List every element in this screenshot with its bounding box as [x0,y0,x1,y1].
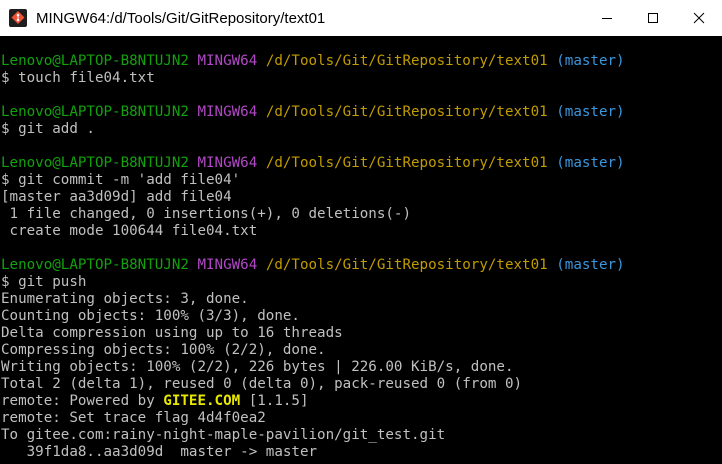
command-line: $ git push [1,274,87,290]
title-bar[interactable]: MINGW64:/d/Tools/Git/GitRepository/text0… [0,0,722,36]
remote-powered-prefix: remote: Powered by [1,393,164,409]
prompt-system: MINGW64 [197,155,258,171]
ref-update-line: 39f1da8..aa3d09d master -> master [1,444,318,460]
terminal-output[interactable]: Lenovo@LAPTOP-B8NTUJN2 MINGW64 /d/Tools/… [1,53,722,461]
output-line: Counting objects: 100% (3/3), done. [1,308,300,324]
prompt-branch: (master) [556,155,625,171]
prompt-user: Lenovo@LAPTOP-B8NTUJN2 [1,257,189,273]
git-bash-icon [9,9,27,27]
output-line: 1 file changed, 0 insertions(+), 0 delet… [1,206,411,222]
output-line: Writing objects: 100% (2/2), 226 bytes |… [1,359,514,375]
prompt-path: /d/Tools/Git/GitRepository/text01 [265,53,548,69]
prompt-line: Lenovo@LAPTOP-B8NTUJN2 MINGW64 /d/Tools/… [1,104,722,121]
output-line: create mode 100644 file04.txt [1,223,258,239]
output-line: Total 2 (delta 1), reused 0 (delta 0), p… [1,376,523,392]
prompt-path: /d/Tools/Git/GitRepository/text01 [265,104,548,120]
prompt-user: Lenovo@LAPTOP-B8NTUJN2 [1,53,189,69]
prompt-system: MINGW64 [197,53,258,69]
command-line: $ git commit -m 'add file04' [1,172,241,188]
command-line: $ touch file04.txt [1,70,155,86]
prompt-system: MINGW64 [197,104,258,120]
window-controls [584,0,722,36]
gitee-brand: GITEE.COM [163,393,241,409]
remote-trace-line: remote: Set trace flag 4d4f0ea2 [1,410,266,426]
prompt-user: Lenovo@LAPTOP-B8NTUJN2 [1,104,189,120]
prompt-branch: (master) [556,104,625,120]
output-line: Compressing objects: 100% (2/2), done. [1,342,326,358]
output-line: [master aa3d09d] add file04 [1,189,232,205]
prompt-line: Lenovo@LAPTOP-B8NTUJN2 MINGW64 /d/Tools/… [1,53,722,70]
push-target-line: To gitee.com:rainy-night-maple-pavilion/… [1,427,446,443]
close-button[interactable] [676,0,722,36]
minimize-icon [602,18,612,19]
prompt-path: /d/Tools/Git/GitRepository/text01 [265,257,548,273]
maximize-icon [648,13,658,23]
remote-powered-line: remote: Powered by GITEE.COM [1.1.5] [1,393,722,410]
maximize-button[interactable] [630,0,676,36]
remote-powered-suffix: [1.1.5] [240,393,309,409]
prompt-system: MINGW64 [197,257,258,273]
window-title: MINGW64:/d/Tools/Git/GitRepository/text0… [36,9,326,27]
command-line: $ git add . [1,121,95,137]
prompt-path: /d/Tools/Git/GitRepository/text01 [265,155,548,171]
prompt-branch: (master) [556,53,625,69]
prompt-line: Lenovo@LAPTOP-B8NTUJN2 MINGW64 /d/Tools/… [1,257,722,274]
output-line: Delta compression using up to 16 threads [1,325,343,341]
terminal-window: MINGW64:/d/Tools/Git/GitRepository/text0… [0,0,722,464]
prompt-user: Lenovo@LAPTOP-B8NTUJN2 [1,155,189,171]
prompt-branch: (master) [556,257,625,273]
minimize-button[interactable] [584,0,630,36]
close-icon [693,12,705,24]
prompt-line: Lenovo@LAPTOP-B8NTUJN2 MINGW64 /d/Tools/… [1,155,722,172]
output-line: Enumerating objects: 3, done. [1,291,249,307]
